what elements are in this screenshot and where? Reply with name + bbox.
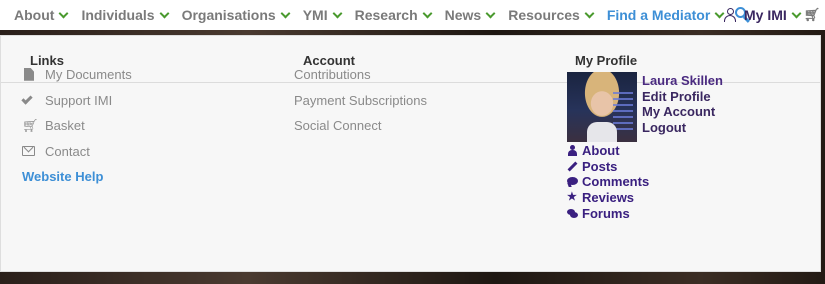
chevron-down-icon [58,8,69,19]
my-imi-label: My IMI [744,7,787,23]
nav-item-news[interactable]: News [444,7,496,23]
nav-item-about[interactable]: About [14,7,69,23]
profile-nav-label: Posts [582,158,618,174]
check-icon [21,93,36,107]
logout-link[interactable]: Logout [642,120,723,136]
document-icon [22,67,36,82]
nav-label: Resources [508,7,580,23]
user-icon [567,145,578,157]
nav-item-ymi[interactable]: YMI [302,7,343,23]
nav-item-resources[interactable]: Resources [508,7,595,23]
nav-item-research[interactable]: Research [354,7,433,23]
nav-item-organisations[interactable]: Organisations [181,7,291,23]
edit-profile-link[interactable]: Edit Profile [642,89,723,105]
profile-nav-about[interactable]: About [567,143,649,159]
nav-item-find-a-mediator[interactable]: Find a Mediator [606,7,725,23]
star-icon: ★ [567,191,577,204]
link-label: My Documents [45,67,132,83]
nav-label: News [444,7,482,23]
account-contributions[interactable]: Contributions [294,62,427,88]
profile-nav-label: Reviews [582,190,635,206]
my-account-link[interactable]: My Account [642,104,723,120]
chevron-down-icon [485,8,496,19]
nav-item-individuals[interactable]: Individuals [81,7,170,23]
link-label: Support IMI [45,92,113,108]
profile-nav-comments[interactable]: Comments [567,174,649,190]
link-label: Contact [45,143,90,159]
top-navigation: About Individuals Organisations YMI Rese… [0,0,825,30]
envelope-icon [22,144,36,158]
nav-label: Research [354,7,418,23]
avatar[interactable] [567,72,637,142]
link-contact[interactable]: Contact [22,139,132,165]
cart-icon[interactable]: 🛒︎ [804,7,821,23]
account-payment-subscriptions[interactable]: Payment Subscriptions [294,88,427,114]
profile-nav-reviews[interactable]: ★ Reviews [567,190,649,206]
nav-label: YMI [302,7,328,23]
chevron-down-icon [280,8,291,19]
cart-icon: 🛒︎ [22,117,39,133]
my-imi-menu[interactable]: My IMI 🛒︎ [724,0,820,30]
nav-label: About [14,7,55,23]
chevron-down-icon [422,8,433,19]
chevron-down-icon [584,8,595,19]
pencil-icon [567,161,578,172]
profile-nav-label: Forums [582,205,630,221]
link-my-documents[interactable]: My Documents [22,62,132,88]
profile-name[interactable]: Laura Skillen [642,73,723,89]
nav-label: Organisations [181,7,276,23]
link-label: Basket [45,118,85,134]
comment-icon [567,176,578,187]
chevron-down-icon [332,8,343,19]
link-website-help[interactable]: Website Help [22,164,132,190]
chevron-down-icon [159,8,170,19]
nav-label: Individuals [81,7,155,23]
profile-links: Laura Skillen Edit Profile My Account Lo… [642,73,723,135]
profile-nav-forums[interactable]: Forums [567,205,649,221]
account-list: Contributions Payment Subscriptions Soci… [294,62,427,139]
user-icon [724,8,736,22]
nav-label: Find a Mediator [606,7,711,23]
link-basket[interactable]: 🛒︎ Basket [22,113,132,139]
link-label: Website Help [22,169,104,185]
profile-nav-posts[interactable]: Posts [567,159,649,175]
comments-icon [567,208,578,219]
profile-nav-label: About [582,143,620,159]
link-support-imi[interactable]: Support IMI [21,88,132,114]
profile-nav-label: Comments [582,174,650,190]
profile-nav: About Posts Comments ★ Reviews Forums [567,143,649,221]
account-social-connect[interactable]: Social Connect [294,113,427,139]
profile-title: My Profile [575,53,638,68]
links-list: My Documents Support IMI 🛒︎ Basket Conta… [21,62,132,190]
chevron-down-icon [791,8,802,19]
